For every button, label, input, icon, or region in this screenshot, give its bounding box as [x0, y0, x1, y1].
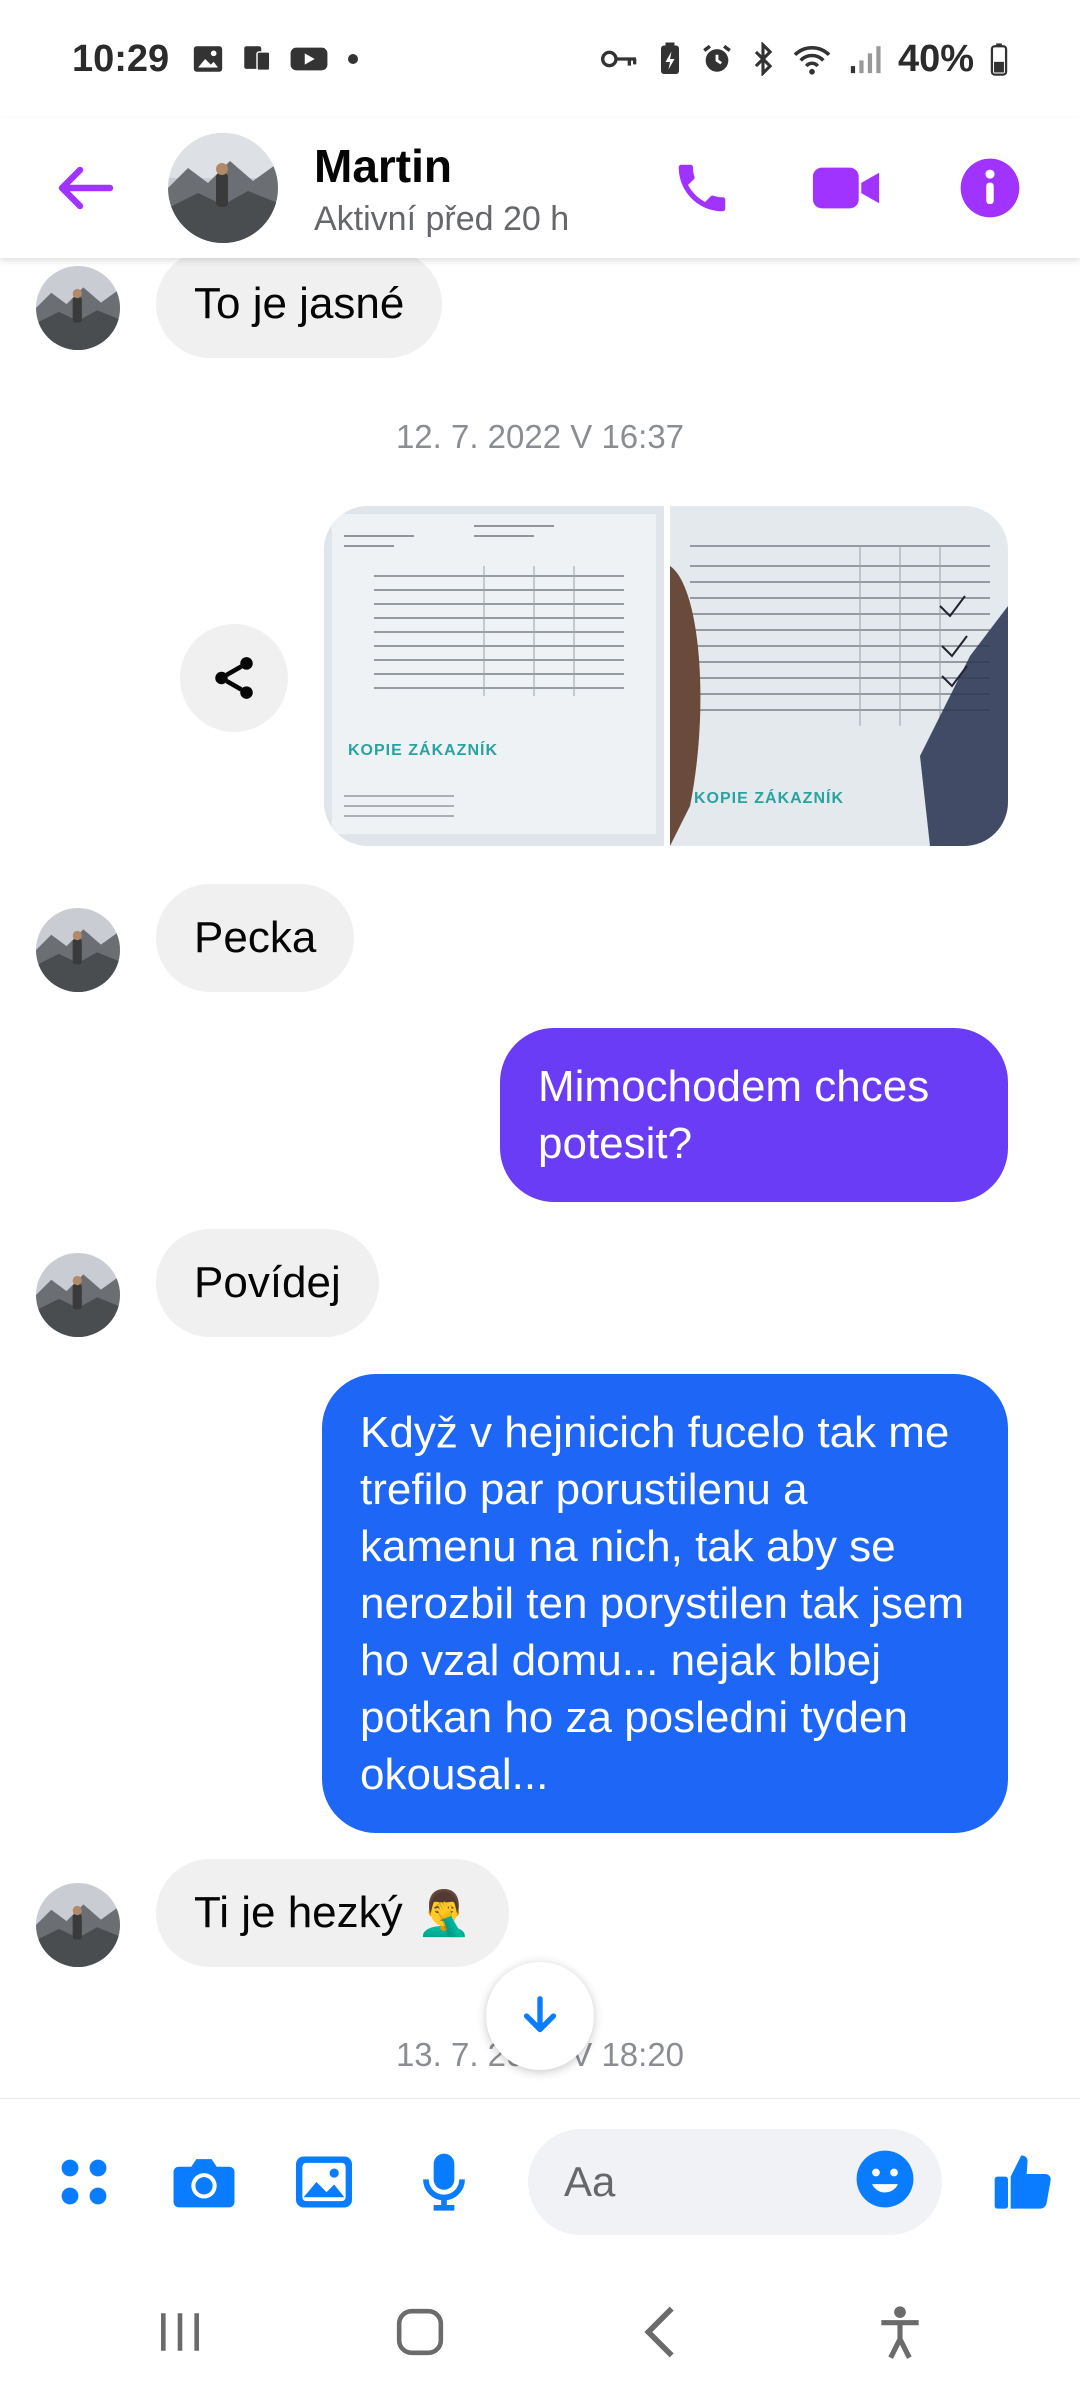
home-button[interactable]: [370, 2282, 470, 2382]
thumbs-up-icon: [994, 2154, 1051, 2209]
key-icon: [600, 44, 640, 74]
header-titles[interactable]: Martin Aktivní před 20 h: [314, 138, 569, 239]
info-icon: [960, 158, 1020, 218]
share-button[interactable]: [180, 624, 288, 732]
device-notification-icon: [239, 42, 275, 76]
dot-icon: [343, 49, 363, 69]
back-button[interactable]: [34, 138, 134, 238]
message-text: Mimochodem chces potesit?: [538, 1062, 930, 1168]
camera-button[interactable]: [168, 2146, 240, 2218]
message-composer: Aa: [0, 2098, 1080, 2264]
incoming-message[interactable]: Povídej: [156, 1229, 379, 1337]
photo-caption: KOPIE ZÁKAZNÍK: [694, 790, 844, 807]
share-icon: [215, 657, 253, 699]
message-list[interactable]: To je jasné 12. 7. 2022 V 16:37 KOPIE ZÁ…: [0, 258, 1080, 2098]
incoming-message[interactable]: Pecka: [156, 884, 355, 992]
timestamp: 12. 7. 2022 V 16:37: [395, 418, 685, 455]
apps-button[interactable]: [48, 2146, 120, 2218]
contact-status: Aktivní před 20 h: [314, 199, 570, 238]
smiley-icon: [856, 2150, 914, 2208]
arrow-down-icon: [523, 1996, 557, 2033]
message-input-placeholder: Aa: [564, 2157, 616, 2205]
microphone-icon: [423, 2153, 465, 2211]
message-input[interactable]: Aa: [528, 2128, 942, 2235]
like-button[interactable]: [988, 2146, 1060, 2218]
arrow-left-icon: [58, 166, 114, 210]
photo-attachment[interactable]: KOPIE ZÁKAZNÍK: [324, 506, 664, 846]
accessibility-button[interactable]: [850, 2282, 950, 2382]
message-text: To je jasné: [194, 279, 405, 328]
system-navigation-bar: [0, 2264, 1080, 2400]
apps-grid-icon: [61, 2159, 107, 2204]
outgoing-message[interactable]: Mimochodem chces potesit?: [500, 1028, 1008, 1202]
avatar[interactable]: [168, 133, 278, 243]
scroll-to-bottom-button[interactable]: [486, 1962, 594, 2070]
photo-attachment[interactable]: KOPIE ZÁKAZNÍK: [670, 506, 1008, 846]
battery-saver-icon: [656, 41, 684, 77]
phone-icon: [678, 164, 726, 212]
message-text: Pecka: [194, 913, 317, 962]
chevron-left-icon: [644, 2306, 674, 2358]
voice-message-button[interactable]: [408, 2146, 480, 2218]
video-camera-icon: [812, 167, 880, 209]
gallery-button[interactable]: [288, 2146, 360, 2218]
message-text: Ti je hezký: [194, 1888, 403, 1937]
battery-percentage: 40%: [897, 37, 974, 80]
recent-apps-icon: [161, 2313, 199, 2351]
recent-apps-button[interactable]: [130, 2282, 230, 2382]
emoji-button[interactable]: [854, 2148, 916, 2215]
image-icon: [296, 2156, 352, 2207]
back-nav-button[interactable]: [610, 2282, 710, 2382]
camera-icon: [173, 2158, 235, 2207]
accessibility-icon: [881, 2306, 919, 2359]
signal-icon: [848, 42, 882, 76]
status-system-icons: 40%: [600, 38, 1008, 81]
photo-caption: KOPIE ZÁKAZNÍK: [348, 742, 498, 759]
message-text: Povídej: [194, 1258, 341, 1307]
status-time: 10:29: [72, 37, 170, 80]
message-text: Když v hejnicich fucelo tak me trefilo p…: [360, 1408, 965, 1799]
video-call-button[interactable]: [804, 146, 888, 230]
contact-name: Martin: [314, 139, 452, 192]
outgoing-message[interactable]: Když v hejnicich fucelo tak me trefilo p…: [322, 1374, 1008, 1833]
bluetooth-icon: [750, 42, 776, 76]
home-icon: [396, 2308, 444, 2356]
status-bar: 10:29 40%: [0, 0, 1080, 118]
emoji-facepalm: 🤦‍♂️: [416, 1889, 472, 1938]
battery-icon: [990, 42, 1008, 76]
chat-header: Martin Aktivní před 20 h: [0, 118, 1080, 258]
status-notification-icons: [191, 42, 363, 76]
sender-avatar[interactable]: [36, 1253, 120, 1337]
info-button[interactable]: [948, 146, 1032, 230]
alarm-icon: [700, 42, 734, 76]
sender-avatar[interactable]: [36, 266, 120, 350]
sender-avatar[interactable]: [36, 908, 120, 992]
messenger-chat-screen: 10:29 40% Martin Aktivní před 20 h To je…: [0, 0, 1080, 2400]
incoming-message[interactable]: Ti je hezký 🤦‍♂️: [156, 1859, 510, 1967]
sender-avatar[interactable]: [36, 1883, 120, 1967]
youtube-notification-icon: [289, 42, 329, 76]
incoming-message[interactable]: To je jasné: [156, 258, 443, 358]
gallery-notification-icon: [191, 42, 225, 76]
header-actions: [660, 146, 1032, 230]
audio-call-button[interactable]: [660, 146, 744, 230]
wifi-icon: [792, 42, 832, 76]
